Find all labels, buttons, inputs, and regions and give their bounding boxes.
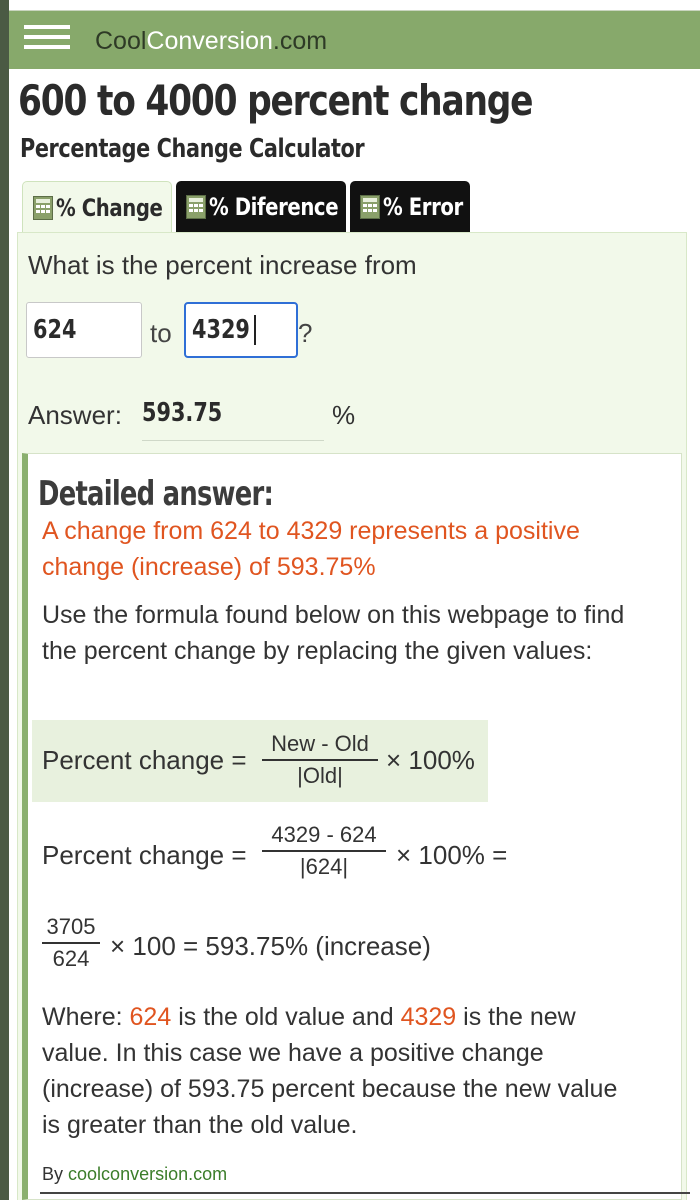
where-new-value: 4329	[400, 1003, 457, 1031]
text-caret	[254, 315, 257, 345]
old-value: 624	[33, 315, 77, 345]
answer-label: Answer:	[28, 400, 122, 430]
top-divider	[9, 0, 700, 11]
old-value-input[interactable]: 624	[26, 302, 142, 358]
page-title: 600 to 4000 percent change	[18, 76, 534, 125]
result-denominator: 624	[52, 946, 90, 971]
formula-denominator: |Old|	[297, 763, 343, 788]
site-header: CoolConversion.com	[9, 11, 700, 69]
attribution-link[interactable]: coolconversion.com	[68, 1164, 227, 1184]
calculator-icon	[33, 196, 53, 220]
answer-field[interactable]: 593.75	[142, 394, 324, 441]
formula-numerator: New - Old	[262, 731, 378, 761]
tab-label: % Diference	[209, 193, 339, 221]
result-fraction: 3705 624	[42, 914, 100, 972]
formula-instructions: Use the formula found below on this webp…	[42, 601, 625, 665]
calculator-icon	[360, 195, 380, 219]
where-prefix: Where:	[42, 1003, 130, 1031]
result-summary: A change from 624 to 4329 represents a p…	[42, 517, 580, 581]
page-subtitle: Percentage Change Calculator	[20, 134, 365, 164]
new-value: 4329	[192, 315, 250, 345]
tab-label: % Error	[383, 193, 463, 221]
result-numerator: 3705	[42, 914, 100, 944]
where-middle: is the old value and	[171, 1003, 401, 1031]
new-value-input[interactable]: 4329	[184, 302, 298, 358]
question-mark: ?	[298, 318, 313, 348]
to-label: to	[150, 318, 172, 348]
substitution-denominator: |624|	[299, 854, 349, 879]
answer-value: 593.75	[142, 398, 223, 428]
logo-highlight: Conversion	[146, 27, 273, 55]
left-edge-bar	[0, 0, 9, 1200]
tab-percent-difference[interactable]: % Diference	[176, 181, 346, 233]
bottom-divider	[40, 1192, 690, 1194]
tab-percent-change[interactable]: % Change	[22, 181, 172, 234]
logo-prefix: Cool	[95, 27, 147, 55]
question-text: What is the percent increase from	[28, 250, 417, 280]
substitution-label: Percent change =	[42, 840, 247, 870]
by-label: By	[42, 1164, 64, 1184]
where-old-value: 624	[129, 1003, 172, 1031]
formula-multiplier: × 100%	[386, 745, 475, 775]
formula-fraction: New - Old |Old|	[262, 731, 378, 789]
detailed-answer-title: Detailed answer:	[38, 474, 274, 514]
result-calculation: × 100 = 593.75% (increase)	[110, 931, 431, 961]
site-logo[interactable]: CoolConversion.com	[95, 27, 327, 56]
menu-icon[interactable]	[24, 25, 70, 55]
logo-suffix: .com	[272, 27, 328, 55]
calculator-icon	[186, 195, 206, 219]
substitution-fraction: 4329 - 624 |624|	[262, 822, 386, 880]
attribution: By coolconversion.com	[42, 1164, 227, 1185]
tab-percent-error[interactable]: % Error	[350, 181, 470, 233]
percent-sign: %	[332, 400, 356, 430]
substitution-numerator: 4329 - 624	[262, 822, 386, 852]
where-explanation: Where: 624 is the old value and 4329 is …	[42, 999, 642, 1143]
substitution-multiplier: × 100% =	[396, 840, 508, 870]
tab-label: % Change	[56, 194, 163, 222]
formula-label: Percent change =	[42, 745, 247, 775]
